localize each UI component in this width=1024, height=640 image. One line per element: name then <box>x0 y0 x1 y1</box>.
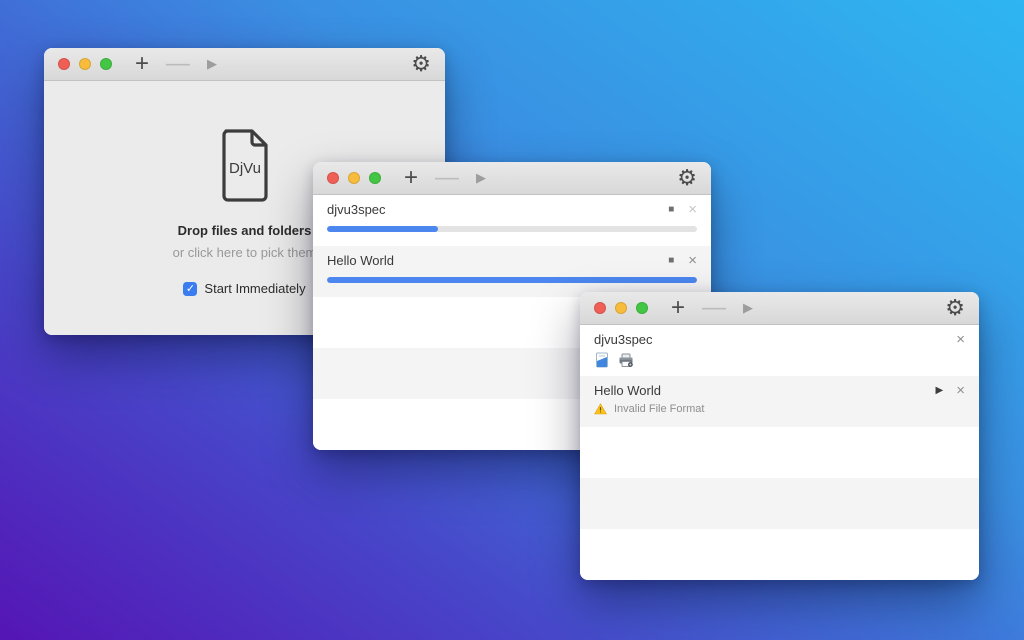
start-immediately-checkbox[interactable]: ✓ <box>183 282 197 296</box>
djvu-file-icon[interactable] <box>594 352 610 368</box>
conversion-row: Hello World ■ × <box>313 246 711 297</box>
start-conversion-button[interactable]: ▶ <box>743 300 753 316</box>
progress-bar <box>327 277 697 283</box>
start-immediately-label: Start Immediately <box>204 281 305 296</box>
djvu-document-icon: DjVu <box>216 128 274 202</box>
result-row: djvu3spec × <box>580 325 979 376</box>
zoom-window-button[interactable] <box>100 58 112 70</box>
stop-icon[interactable]: ■ <box>668 255 674 266</box>
add-files-button[interactable]: + <box>135 50 149 78</box>
window-controls <box>58 58 112 70</box>
settings-gear-icon[interactable]: ⚙ <box>677 164 697 192</box>
conversion-row: djvu3spec ■ × <box>313 195 711 246</box>
settings-gear-icon[interactable]: ⚙ <box>411 50 431 78</box>
titlebar[interactable]: + — ▶ ⚙ <box>44 48 445 81</box>
minimize-window-button[interactable] <box>348 172 360 184</box>
drop-subtitle: or click here to pick them <box>173 245 317 260</box>
output-files <box>594 352 634 368</box>
close-icon[interactable]: × <box>956 384 965 398</box>
settings-gear-icon[interactable]: ⚙ <box>945 294 965 322</box>
progress-fill <box>327 277 697 283</box>
close-icon[interactable]: × <box>688 203 697 217</box>
start-conversion-button[interactable]: ▶ <box>476 170 486 186</box>
empty-row <box>580 529 979 580</box>
file-name: Hello World <box>594 383 661 398</box>
close-window-button[interactable] <box>58 58 70 70</box>
djvu-icon-label: DjVu <box>229 160 261 177</box>
result-row: Hello World ▶ × Invalid File Format <box>580 376 979 427</box>
results-list: djvu3spec × <box>580 325 979 580</box>
minimize-window-button[interactable] <box>79 58 91 70</box>
start-conversion-button[interactable]: ▶ <box>207 56 217 72</box>
start-immediately-row: ✓ Start Immediately <box>183 281 305 296</box>
close-window-button[interactable] <box>327 172 339 184</box>
progress-bar <box>327 226 697 232</box>
empty-row <box>580 427 979 478</box>
remove-files-button[interactable]: — <box>166 50 190 78</box>
results-window: + — ▶ ⚙ djvu3spec × <box>580 292 979 580</box>
remove-files-button[interactable]: — <box>435 164 459 192</box>
file-name: djvu3spec <box>594 332 653 347</box>
close-icon[interactable]: × <box>688 254 697 268</box>
window-controls <box>594 302 648 314</box>
printer-file-icon[interactable] <box>618 352 634 368</box>
empty-row <box>580 478 979 529</box>
close-window-button[interactable] <box>594 302 606 314</box>
close-icon[interactable]: × <box>956 333 965 347</box>
window-controls <box>327 172 381 184</box>
zoom-window-button[interactable] <box>636 302 648 314</box>
titlebar[interactable]: + — ▶ ⚙ <box>313 162 711 195</box>
add-files-button[interactable]: + <box>671 294 685 322</box>
file-name: djvu3spec <box>327 202 386 217</box>
error-message: Invalid File Format <box>614 403 704 415</box>
stop-icon[interactable]: ■ <box>668 204 674 215</box>
minimize-window-button[interactable] <box>615 302 627 314</box>
drop-title: Drop files and folders <box>178 223 312 238</box>
warning-icon <box>594 403 607 415</box>
titlebar[interactable]: + — ▶ ⚙ <box>580 292 979 325</box>
add-files-button[interactable]: + <box>404 164 418 192</box>
file-name: Hello World <box>327 253 394 268</box>
remove-files-button[interactable]: — <box>702 294 726 322</box>
zoom-window-button[interactable] <box>369 172 381 184</box>
progress-fill <box>327 226 438 232</box>
retry-play-icon[interactable]: ▶ <box>936 385 944 396</box>
